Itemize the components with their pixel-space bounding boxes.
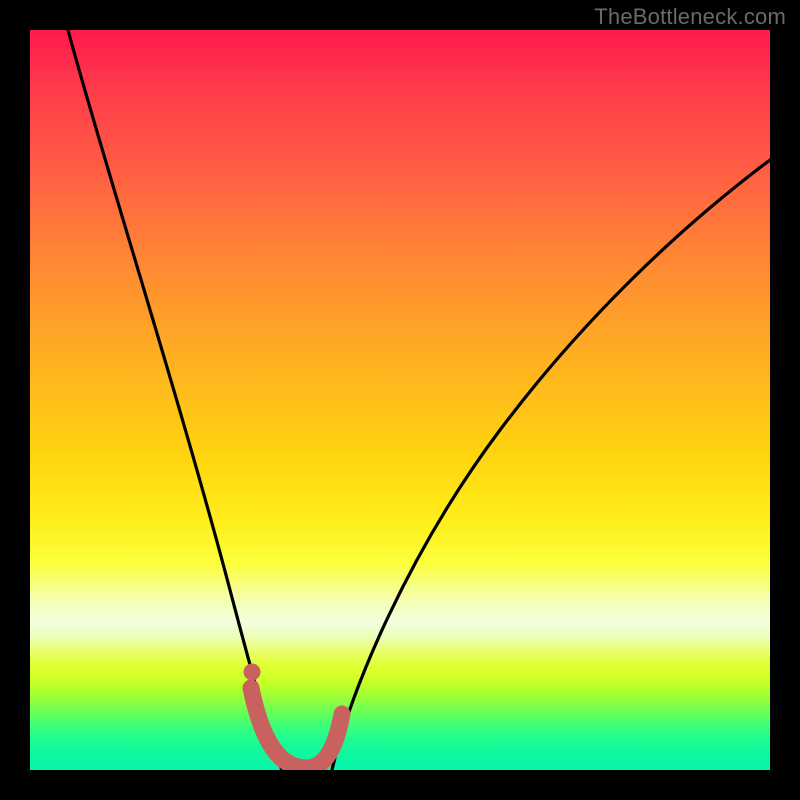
curve-right [332,160,770,770]
valley-highlight-path [251,688,342,768]
plot-area [30,30,770,770]
marker-left-dot [244,664,261,681]
watermark-text: TheBottleneck.com [594,4,786,30]
curve-layer [30,30,770,770]
curve-left [68,30,282,770]
chart-frame: TheBottleneck.com [0,0,800,800]
